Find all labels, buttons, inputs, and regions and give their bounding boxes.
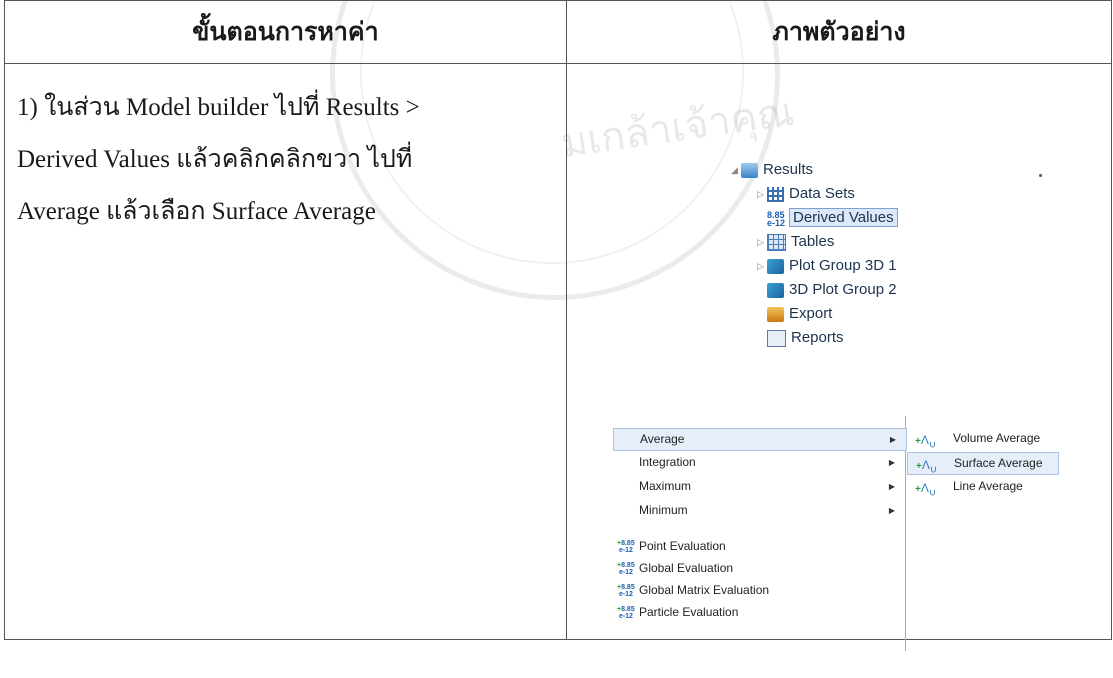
- tree-item-label: Results: [763, 161, 814, 178]
- context-menu: Average ▶ Integration ▶ Maximum ▶ Minimum ▶ …: [613, 416, 907, 651]
- tree-item-data-sets[interactable]: ▷ Data Sets: [757, 182, 855, 206]
- submenu-item-label: Line Average: [953, 479, 1023, 493]
- menu-item-label: Global Evaluation: [639, 561, 734, 575]
- collapse-arrow-icon[interactable]: ◢: [731, 158, 741, 182]
- export-icon: [767, 306, 784, 322]
- menu-item-global-matrix-evaluation[interactable]: +8.85 e-12 Global Matrix Evaluation: [613, 580, 905, 601]
- tree-item-export[interactable]: Export: [767, 302, 832, 326]
- menu-item-label: Global Matrix Evaluation: [639, 583, 770, 597]
- evaluation-icon: +8.85 e-12: [617, 540, 635, 554]
- example-cell: ◢ Results ▷ Data Sets 8.85 e-12 Derived Valu…: [566, 63, 1112, 651]
- submenu-item-surface-average[interactable]: +Λ∪ Surface Average: [907, 452, 1059, 475]
- reports-icon: [767, 329, 786, 347]
- step-line-2: Derived Values แล้วคลิกคลิกขวา ไปที่: [17, 146, 413, 173]
- average-icon: +Λ∪: [915, 481, 937, 499]
- tree-item-label: Export: [789, 305, 833, 322]
- stray-dot: [1039, 174, 1042, 177]
- tree-item-label: Derived Values: [789, 208, 898, 227]
- tree-item-label: Tables: [791, 233, 835, 250]
- evaluation-icon: +8.85 e-12: [617, 606, 635, 620]
- table-icon: [767, 233, 786, 251]
- menu-item-label: Point Evaluation: [639, 539, 726, 553]
- menu-divider: [905, 416, 906, 651]
- expand-arrow-icon[interactable]: ▷: [757, 182, 767, 206]
- menu-item-label: Particle Evaluation: [639, 605, 739, 619]
- menu-item-global-evaluation[interactable]: +8.85 e-12 Global Evaluation: [613, 558, 905, 579]
- step-cell: 1) ในส่วน Model builder ไปที่ Results > …: [4, 63, 567, 640]
- menu-item-label: Integration: [639, 455, 696, 469]
- submenu-arrow-icon: ▶: [889, 435, 896, 444]
- step-line-3: Average แล้วเลือก Surface Average: [17, 198, 376, 225]
- derived-values-icon: 8.85 e-12: [767, 209, 786, 228]
- submenu-arrow-icon: ▶: [888, 506, 895, 515]
- step-line-1: 1) ในส่วน Model builder ไปที่ Results >: [17, 94, 420, 121]
- tree-item-reports[interactable]: Reports: [767, 326, 844, 350]
- menu-item-maximum[interactable]: Maximum ▶: [613, 476, 905, 497]
- header-example: ภาพตัวอย่าง: [566, 0, 1112, 64]
- evaluation-icon: +8.85 e-12: [617, 562, 635, 576]
- tree-item-tables[interactable]: ▷ Tables: [757, 230, 834, 254]
- menu-item-label: Average: [640, 432, 685, 446]
- tree-item-plot-group-3d-1[interactable]: ▷ Plot Group 3D 1: [757, 254, 897, 278]
- instruction-table: ขั้นตอนการหาค่า ภาพตัวอย่าง 1) ในส่วน Mo…: [4, 0, 1112, 651]
- submenu-item-volume-average[interactable]: +Λ∪ Volume Average: [907, 428, 1057, 450]
- expand-arrow-icon[interactable]: ▷: [757, 254, 767, 278]
- step-text: 1) ในส่วน Model builder ไปที่ Results > …: [5, 64, 566, 238]
- tree-item-results[interactable]: ◢ Results: [731, 158, 813, 182]
- data-sets-grid-icon: [767, 186, 784, 202]
- submenu-arrow-icon: ▶: [888, 458, 895, 467]
- tree-item-label: Data Sets: [789, 185, 855, 202]
- submenu-item-line-average[interactable]: +Λ∪ Line Average: [907, 476, 1057, 498]
- menu-item-point-evaluation[interactable]: +8.85 e-12 Point Evaluation: [613, 536, 905, 557]
- results-folder-icon: [741, 162, 758, 178]
- submenu-item-label: Volume Average: [953, 431, 1041, 445]
- tree-item-3d-plot-group-2[interactable]: 3D Plot Group 2: [767, 278, 897, 302]
- menu-item-integration[interactable]: Integration ▶: [613, 452, 905, 473]
- submenu-arrow-icon: ▶: [888, 482, 895, 491]
- menu-item-label: Minimum: [639, 503, 688, 517]
- header-steps: ขั้นตอนการหาค่า: [4, 0, 567, 64]
- menu-item-label: Maximum: [639, 479, 692, 493]
- expand-arrow-icon[interactable]: ▷: [757, 230, 767, 254]
- tree-item-derived-values[interactable]: 8.85 e-12 Derived Values: [767, 206, 898, 230]
- menu-item-minimum[interactable]: Minimum ▶: [613, 500, 905, 521]
- tree-item-label: Reports: [791, 329, 844, 346]
- plot-group-icon: [767, 282, 784, 298]
- tree-item-label: 3D Plot Group 2: [789, 281, 897, 298]
- plot-group-icon: [767, 258, 784, 274]
- tree-item-label: Plot Group 3D 1: [789, 257, 897, 274]
- evaluation-icon: +8.85 e-12: [617, 584, 635, 598]
- submenu-item-label: Surface Average: [954, 456, 1043, 470]
- average-submenu: +Λ∪ Volume Average +Λ∪ Surface Average +Λ∪…: [907, 416, 1059, 498]
- menu-item-particle-evaluation[interactable]: +8.85 e-12 Particle Evaluation: [613, 602, 905, 623]
- menu-item-average[interactable]: Average ▶: [613, 428, 907, 451]
